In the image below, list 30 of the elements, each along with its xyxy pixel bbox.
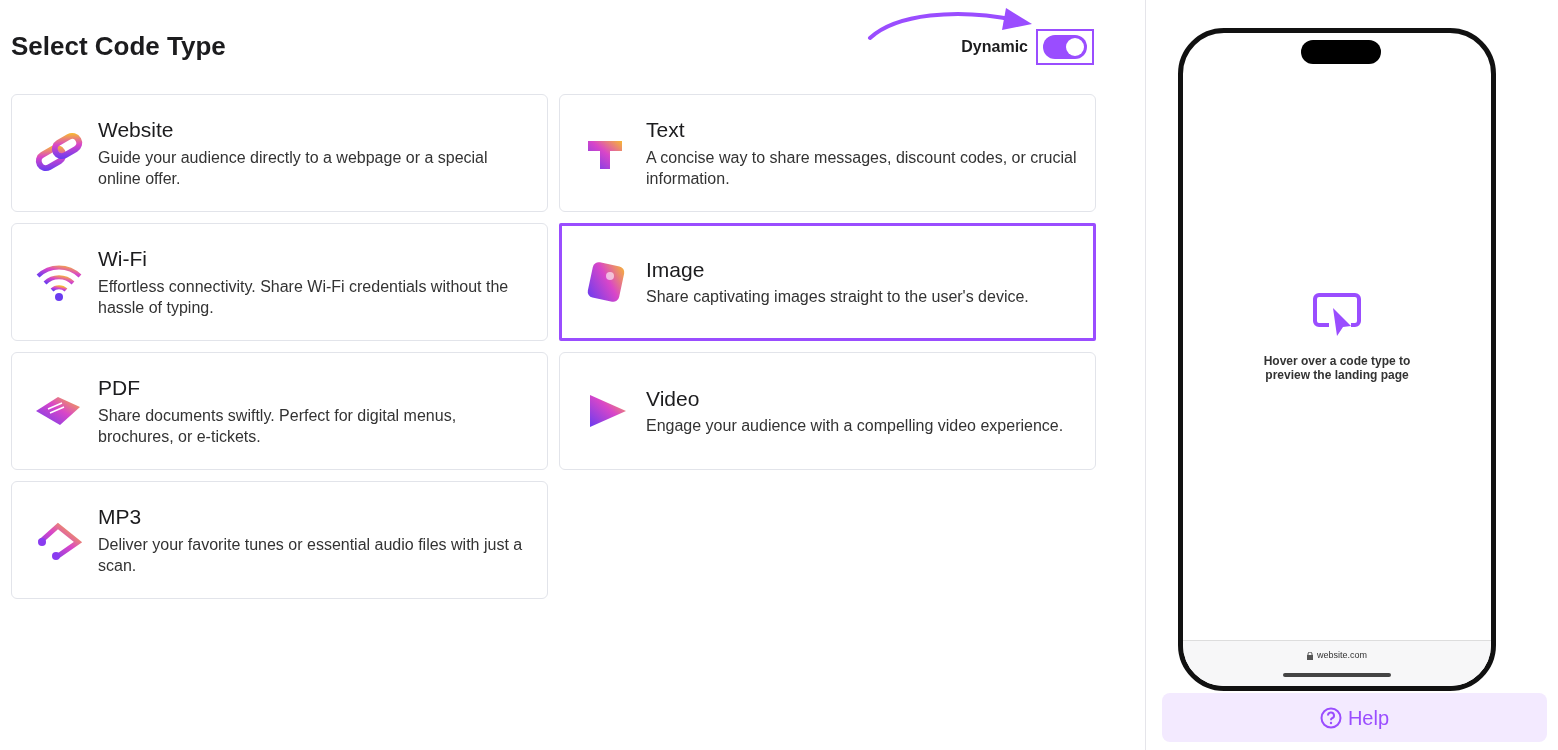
url-text: website.com [1317, 649, 1367, 662]
card-title: Image [646, 256, 706, 283]
code-type-card[interactable]: Image Share captivating images straight to the user's device. [559, 223, 1096, 341]
code-type-card[interactable]: MP3 Deliver your favorite tunes or essential audio files with just a scan. [11, 481, 548, 599]
code-type-card[interactable]: Website Guide your audience directly to a webpage or a special online offer. [11, 94, 548, 212]
page-title: Select Code Type [11, 31, 226, 63]
help-button[interactable]: Help [1162, 693, 1547, 742]
toggle-label: Dynamic [961, 37, 1028, 57]
code-type-card[interactable]: Video Engage your audience with a compelling video experience. [559, 352, 1096, 470]
preview-hint: Hover over a code type to preview the landing page [1262, 353, 1412, 382]
dynamic-toggle[interactable] [1043, 35, 1087, 59]
card-title: Wi-Fi [98, 246, 148, 272]
card-description: Share captivating images straight to the user's device. [646, 287, 1029, 308]
card-description: A concise way to share messages, discount codes, or crucial information. [646, 147, 1078, 189]
card-title: Website [98, 117, 175, 143]
help-icon [1319, 706, 1342, 729]
card-description: Share documents swiftly. Perfect for digital menus, brochures, or e-tickets. [98, 405, 458, 447]
card-description: Guide your audience directly to a webpage or a special online offer. [98, 147, 489, 189]
code-type-card[interactable]: Text A concise way to share messages, discount codes, or crucial information. [559, 94, 1096, 212]
card-title: Text [646, 117, 686, 143]
card-title: PDF [98, 375, 141, 401]
lock-icon [1307, 651, 1313, 660]
card-title: Video [646, 385, 701, 412]
code-type-card[interactable]: Wi-Fi Effortless connectivity. Share Wi-Fi credentials without the hassle of typing. [11, 223, 548, 341]
card-description: Effortless connectivity. Share Wi-Fi credentials without the hassle of typing. [98, 276, 510, 318]
card-description: Deliver your favorite tunes or essential audio files with just a scan. [98, 534, 524, 576]
card-description: Engage your audience with a compelling video experience. [646, 416, 1064, 437]
cursor-screen-icon [1311, 291, 1363, 338]
card-title: MP3 [98, 504, 143, 530]
code-type-card[interactable]: PDF Share documents swiftly. Perfect for digital menus, brochures, or e-tickets. [11, 352, 548, 470]
